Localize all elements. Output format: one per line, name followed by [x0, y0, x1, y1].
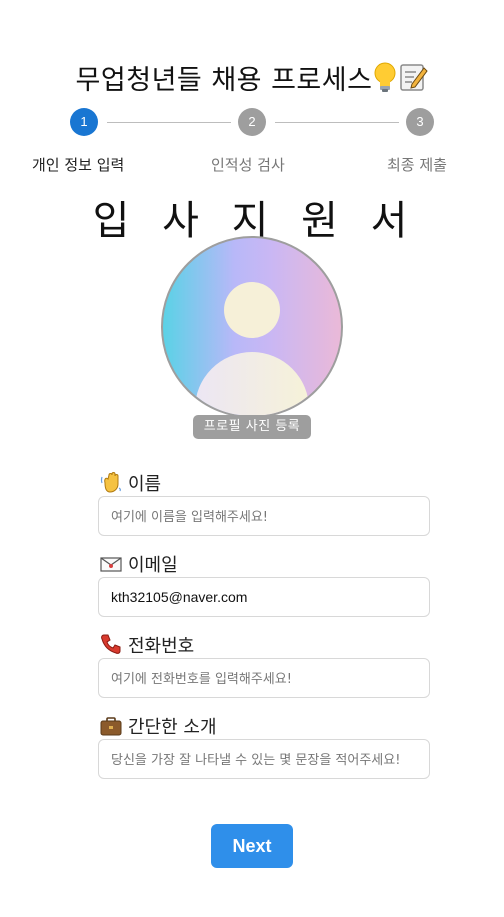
intro-label-text: 간단한 소개	[128, 717, 217, 738]
telephone-icon	[100, 633, 122, 654]
memo-icon	[398, 62, 429, 99]
intro-label: 간단한 소개	[100, 713, 217, 739]
step-1-label: 개인 정보 입력	[32, 156, 125, 174]
profile-avatar[interactable]	[161, 236, 343, 418]
phone-label-text: 전화번호	[128, 636, 195, 657]
step-connector	[107, 122, 231, 123]
intro-input[interactable]	[98, 739, 430, 779]
email-label: 이메일	[100, 551, 178, 577]
name-label: 이름	[100, 470, 161, 496]
avatar-placeholder	[161, 236, 343, 418]
step-3-label: 최종 제출	[387, 156, 447, 174]
briefcase-icon	[100, 716, 122, 736]
name-label-text: 이름	[128, 474, 162, 495]
avatar-head-icon	[224, 282, 280, 338]
next-button[interactable]: Next	[211, 824, 293, 868]
step-1-circle[interactable]: 1	[70, 108, 98, 136]
step-3-circle[interactable]: 3	[406, 108, 434, 136]
phone-label: 전화번호	[100, 632, 194, 658]
avatar-body-icon	[195, 352, 309, 416]
step-2-circle[interactable]: 2	[238, 108, 266, 136]
name-input[interactable]	[98, 496, 430, 536]
step-2-label: 인적성 검사	[211, 156, 285, 174]
lightbulb-icon	[372, 62, 398, 99]
phone-input[interactable]	[98, 658, 430, 698]
email-label-text: 이메일	[128, 555, 178, 576]
upload-profile-photo-button[interactable]: 프로필 사진 등록	[193, 415, 311, 439]
step-connector	[275, 122, 399, 123]
waving-hand-icon	[100, 471, 122, 493]
progress-stepper: 1 2 3	[0, 108, 504, 138]
page-title: 무업청년들 채용 프로세스	[0, 58, 504, 99]
title-text: 무업청년들 채용 프로세스	[75, 65, 373, 96]
email-input[interactable]	[98, 577, 430, 617]
envelope-icon	[100, 554, 122, 574]
